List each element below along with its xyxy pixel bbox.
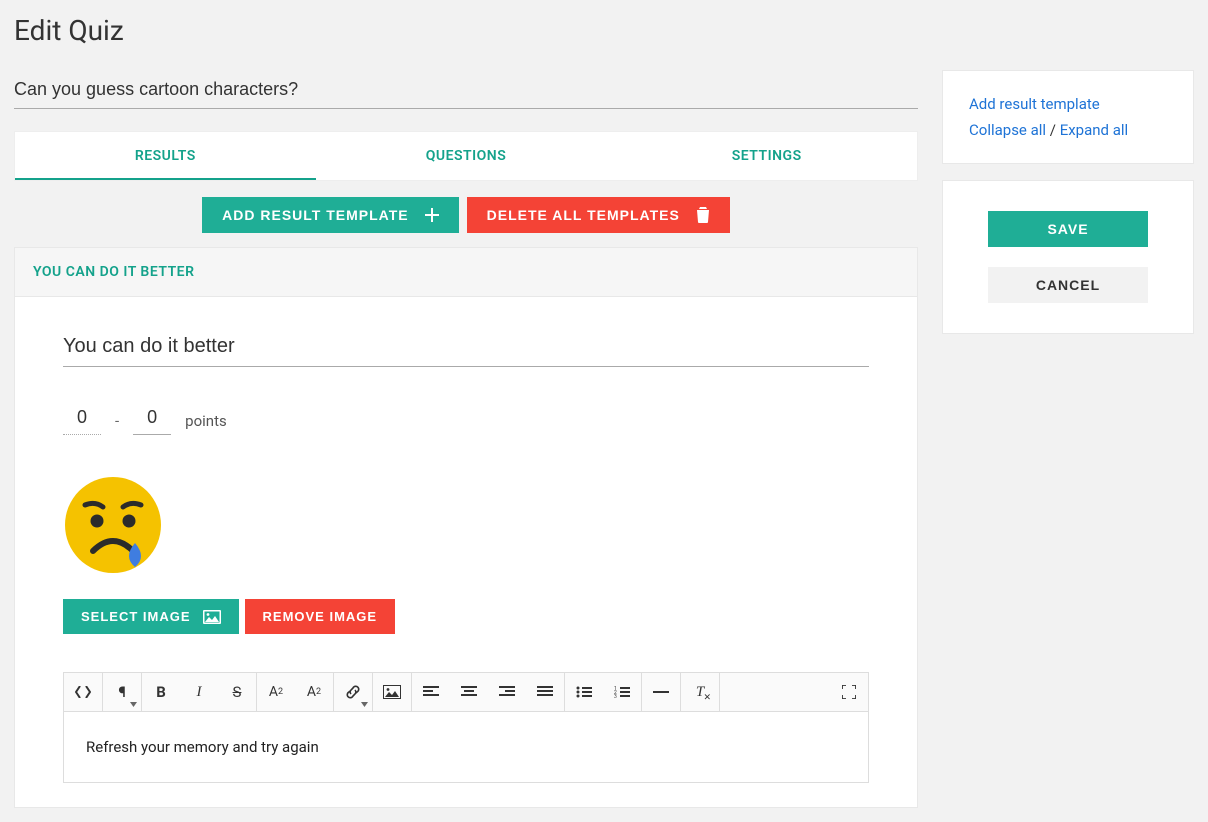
horizontal-rule-button[interactable]	[642, 673, 680, 711]
insert-image-button[interactable]	[373, 673, 411, 711]
clear-format-button[interactable]: T✕	[681, 673, 719, 711]
ordered-list-button[interactable]: 123	[603, 673, 641, 711]
align-center-button[interactable]	[450, 673, 488, 711]
tabs: RESULTS QUESTIONS SETTINGS	[14, 131, 918, 181]
tab-questions[interactable]: QUESTIONS	[316, 132, 617, 180]
add-result-template-link[interactable]: Add result template	[969, 95, 1100, 113]
editor-toolbar: ¶ B I S A2 A2	[64, 673, 868, 712]
plus-icon	[425, 208, 439, 222]
subscript-button[interactable]: A2	[295, 673, 333, 711]
expand-all-link[interactable]: Expand all	[1060, 121, 1128, 139]
select-image-button[interactable]: SELECT IMAGE	[63, 599, 239, 634]
points-dash: -	[115, 412, 119, 430]
result-template-card: YOU CAN DO IT BETTER - points	[14, 247, 918, 808]
tab-results[interactable]: RESULTS	[15, 132, 316, 180]
delete-all-templates-button[interactable]: DELETE ALL TEMPLATES	[467, 197, 730, 233]
link-separator: /	[1046, 121, 1060, 139]
sad-face-emoji-icon	[63, 475, 163, 575]
italic-button[interactable]: I	[180, 673, 218, 711]
add-result-template-button[interactable]: ADD RESULT TEMPLATE	[202, 197, 458, 233]
superscript-button[interactable]: A2	[257, 673, 295, 711]
align-left-button[interactable]	[412, 673, 450, 711]
bold-button[interactable]: B	[142, 673, 180, 711]
paragraph-format-icon[interactable]: ¶	[103, 673, 141, 711]
unordered-list-button[interactable]	[565, 673, 603, 711]
rich-text-editor: ¶ B I S A2 A2	[63, 672, 869, 783]
select-image-label: SELECT IMAGE	[81, 609, 191, 624]
points-range: - points	[63, 407, 869, 435]
collapse-all-link[interactable]: Collapse all	[969, 121, 1046, 139]
align-justify-button[interactable]	[526, 673, 564, 711]
align-right-button[interactable]	[488, 673, 526, 711]
page-title: Edit Quiz	[14, 14, 918, 47]
side-links-card: Add result template Collapse all / Expan…	[942, 70, 1194, 164]
result-card-header[interactable]: YOU CAN DO IT BETTER	[15, 248, 917, 297]
remove-image-label: REMOVE IMAGE	[263, 609, 378, 624]
trash-icon	[696, 207, 710, 223]
link-button[interactable]	[334, 673, 372, 711]
delete-all-templates-label: DELETE ALL TEMPLATES	[487, 207, 680, 223]
points-label: points	[185, 412, 227, 430]
svg-text:3: 3	[614, 694, 617, 698]
strike-button[interactable]: S	[218, 673, 256, 711]
result-image-preview	[63, 475, 869, 575]
save-button[interactable]: SAVE	[988, 211, 1148, 247]
image-icon	[203, 610, 221, 624]
add-result-template-label: ADD RESULT TEMPLATE	[222, 207, 408, 223]
code-view-icon[interactable]	[64, 673, 102, 711]
side-actions-card: SAVE CANCEL	[942, 180, 1194, 334]
remove-image-button[interactable]: REMOVE IMAGE	[245, 599, 396, 634]
quiz-name-input[interactable]	[14, 75, 918, 109]
editor-content[interactable]: Refresh your memory and try again	[64, 712, 868, 782]
points-from-input[interactable]	[63, 407, 101, 435]
fullscreen-button[interactable]	[830, 673, 868, 711]
tab-settings[interactable]: SETTINGS	[616, 132, 917, 180]
cancel-button[interactable]: CANCEL	[988, 267, 1148, 303]
result-title-input[interactable]	[63, 333, 869, 367]
points-to-input[interactable]	[133, 407, 171, 435]
